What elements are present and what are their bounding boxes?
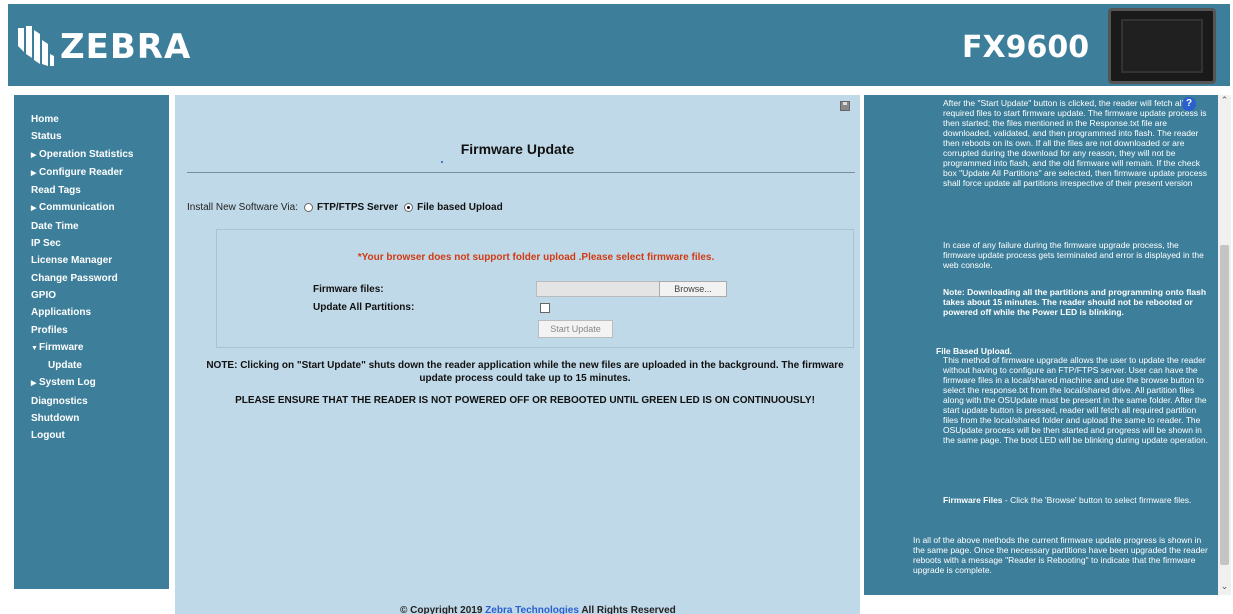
- help-firmware-files-desc: - Click the 'Browse' button to select fi…: [1002, 495, 1192, 505]
- power-warning: PLEASE ENSURE THAT THE READER IS NOT POW…: [235, 395, 815, 406]
- zebra-head-icon: [18, 26, 54, 66]
- help-summary-text: In all of the above methods the current …: [913, 535, 1208, 575]
- zebra-technologies-link[interactable]: Zebra Technologies: [485, 605, 579, 614]
- sidebar-item-read-tags[interactable]: Read Tags: [14, 182, 169, 199]
- page-title: Firmware Update: [460, 141, 575, 157]
- divider-dot: [441, 161, 443, 163]
- app-window: ZEBRA FX9600 Home Status ▶ Operation Statis…: [0, 0, 1233, 614]
- ftp-radio[interactable]: [303, 203, 313, 212]
- brand-name: ZEBRA: [60, 27, 192, 67]
- help-start-update-text: After the "Start Update" button is click…: [943, 98, 1208, 188]
- sidebar-item-label: Logout: [31, 430, 65, 442]
- scroll-thumb[interactable]: [1220, 245, 1229, 565]
- help-scrollbar[interactable]: ⌃ ⌄: [1218, 95, 1231, 595]
- sidebar-item-home[interactable]: Home: [14, 111, 169, 128]
- zebra-logo: ZEBRA: [14, 22, 191, 72]
- sidebar-item-label: License Manager: [31, 255, 113, 267]
- file-upload-radio[interactable]: [404, 203, 414, 212]
- sidebar-item-communication[interactable]: ▶ Communication: [14, 199, 169, 217]
- sidebar-item-status[interactable]: Status: [14, 128, 169, 145]
- install-method-row: Install New Software Via: FTP/FTPS Serve…: [187, 202, 503, 213]
- help-firmware-files-heading: Firmware Files: [943, 495, 1003, 505]
- model-name: FX9600: [962, 30, 1090, 65]
- sidebar-item-gpio[interactable]: GPIO: [14, 287, 169, 304]
- sidebar-item-label: Update: [48, 360, 82, 372]
- firmware-files-label: Firmware files:: [313, 284, 384, 295]
- upload-panel: *Your browser does not support folder up…: [216, 229, 854, 348]
- sidebar-item-label: Shutdown: [31, 413, 80, 425]
- sidebar-item-label: Diagnostics: [31, 395, 88, 407]
- update-note: NOTE: Clicking on "Start Update" shuts d…: [206, 360, 844, 384]
- sidebar-item-configure-reader[interactable]: ▶ Configure Reader: [14, 164, 169, 182]
- start-update-button[interactable]: Start Update: [538, 320, 613, 338]
- sidebar-item-logout[interactable]: Logout: [14, 427, 169, 444]
- file-upload-radio-label[interactable]: File based Upload: [417, 202, 503, 213]
- sidebar-item-operation-statistics[interactable]: ▶ Operation Statistics: [14, 146, 169, 164]
- caret-right-icon: ▶: [31, 151, 37, 159]
- copyright-prefix: © Copyright 2019: [400, 605, 486, 614]
- update-all-partitions-label: Update All Partitions:: [313, 302, 415, 313]
- update-all-partitions-checkbox[interactable]: [540, 303, 550, 313]
- help-download-note: Note: Downloading all the partitions and…: [943, 287, 1207, 317]
- help-failure-text: In case of any failure during the firmwa…: [943, 240, 1204, 270]
- sidebar-item-date-time[interactable]: Date Time: [14, 218, 169, 235]
- help-file-upload-text: This method of firmware upgrade allows t…: [943, 355, 1208, 445]
- sidebar-item-label: Firmware: [39, 341, 84, 353]
- save-icon[interactable]: [840, 101, 850, 111]
- help-content: After the "Start Update" button is click…: [864, 95, 1218, 595]
- ftp-radio-label[interactable]: FTP/FTPS Server: [317, 202, 398, 213]
- sidebar-item-label: System Log: [39, 377, 96, 389]
- title-divider: [187, 172, 855, 173]
- sidebar-item-license-manager[interactable]: License Manager: [14, 252, 169, 269]
- sidebar-item-label: Profiles: [31, 324, 68, 336]
- sidebar-item-label: IP Sec: [31, 238, 61, 250]
- sidebar-item-change-password[interactable]: Change Password: [14, 270, 169, 287]
- header-bar: ZEBRA FX9600: [8, 4, 1230, 86]
- caret-right-icon: ▶: [31, 380, 37, 388]
- sidebar-item-firmware[interactable]: ▼Firmware: [14, 339, 169, 357]
- caret-right-icon: ▶: [31, 169, 37, 177]
- sidebar-item-profiles[interactable]: Profiles: [14, 322, 169, 339]
- sidebar-item-ip-sec[interactable]: IP Sec: [14, 235, 169, 252]
- help-firmware-files-text: Firmware Files - Click the 'Browse' butt…: [943, 495, 1203, 505]
- help-panel: After the "Start Update" button is click…: [864, 95, 1218, 595]
- sidebar-item-label: Configure Reader: [39, 166, 123, 178]
- caret-right-icon: ▶: [31, 205, 37, 213]
- browser-warning: *Your browser does not support folder up…: [357, 252, 715, 263]
- sidebar-item-shutdown[interactable]: Shutdown: [14, 410, 169, 427]
- main-content: Firmware Update Install New Software Via…: [175, 95, 860, 614]
- sidebar-item-label: Change Password: [31, 272, 118, 284]
- sidebar-item-applications[interactable]: Applications: [14, 304, 169, 321]
- sidebar-nav: Home Status ▶ Operation Statistics ▶ Configur…: [14, 95, 169, 589]
- scroll-up-icon[interactable]: ⌃: [1218, 95, 1231, 109]
- install-method-label: Install New Software Via:: [187, 202, 298, 213]
- sidebar-item-label: Communication: [39, 202, 115, 214]
- sidebar-item-label: GPIO: [31, 289, 57, 301]
- browse-button[interactable]: Browse...: [659, 281, 727, 297]
- sidebar-item-label: Date Time: [31, 220, 79, 232]
- sidebar-item-update[interactable]: Update: [14, 357, 169, 374]
- sidebar-item-label: Operation Statistics: [39, 148, 134, 160]
- copyright-suffix: All Rights Reserved: [578, 605, 676, 614]
- sidebar-item-diagnostics[interactable]: Diagnostics: [14, 393, 169, 410]
- sidebar-item-label: Read Tags: [31, 185, 81, 197]
- caret-down-icon: ▼: [31, 344, 38, 352]
- firmware-files-input[interactable]: [536, 281, 660, 297]
- scroll-down-icon[interactable]: ⌄: [1218, 581, 1231, 595]
- device-face: [1121, 19, 1203, 73]
- sidebar-item-label: Status: [31, 131, 62, 143]
- footer-copyright: © Copyright 2019 Zebra Technologies All …: [400, 605, 676, 614]
- help-icon[interactable]: ?: [1182, 97, 1196, 111]
- reader-device-image: [1108, 8, 1216, 84]
- sidebar-item-label: Home: [31, 114, 59, 125]
- sidebar-item-system-log[interactable]: ▶ System Log: [14, 374, 169, 392]
- sidebar-item-label: Applications: [31, 307, 92, 319]
